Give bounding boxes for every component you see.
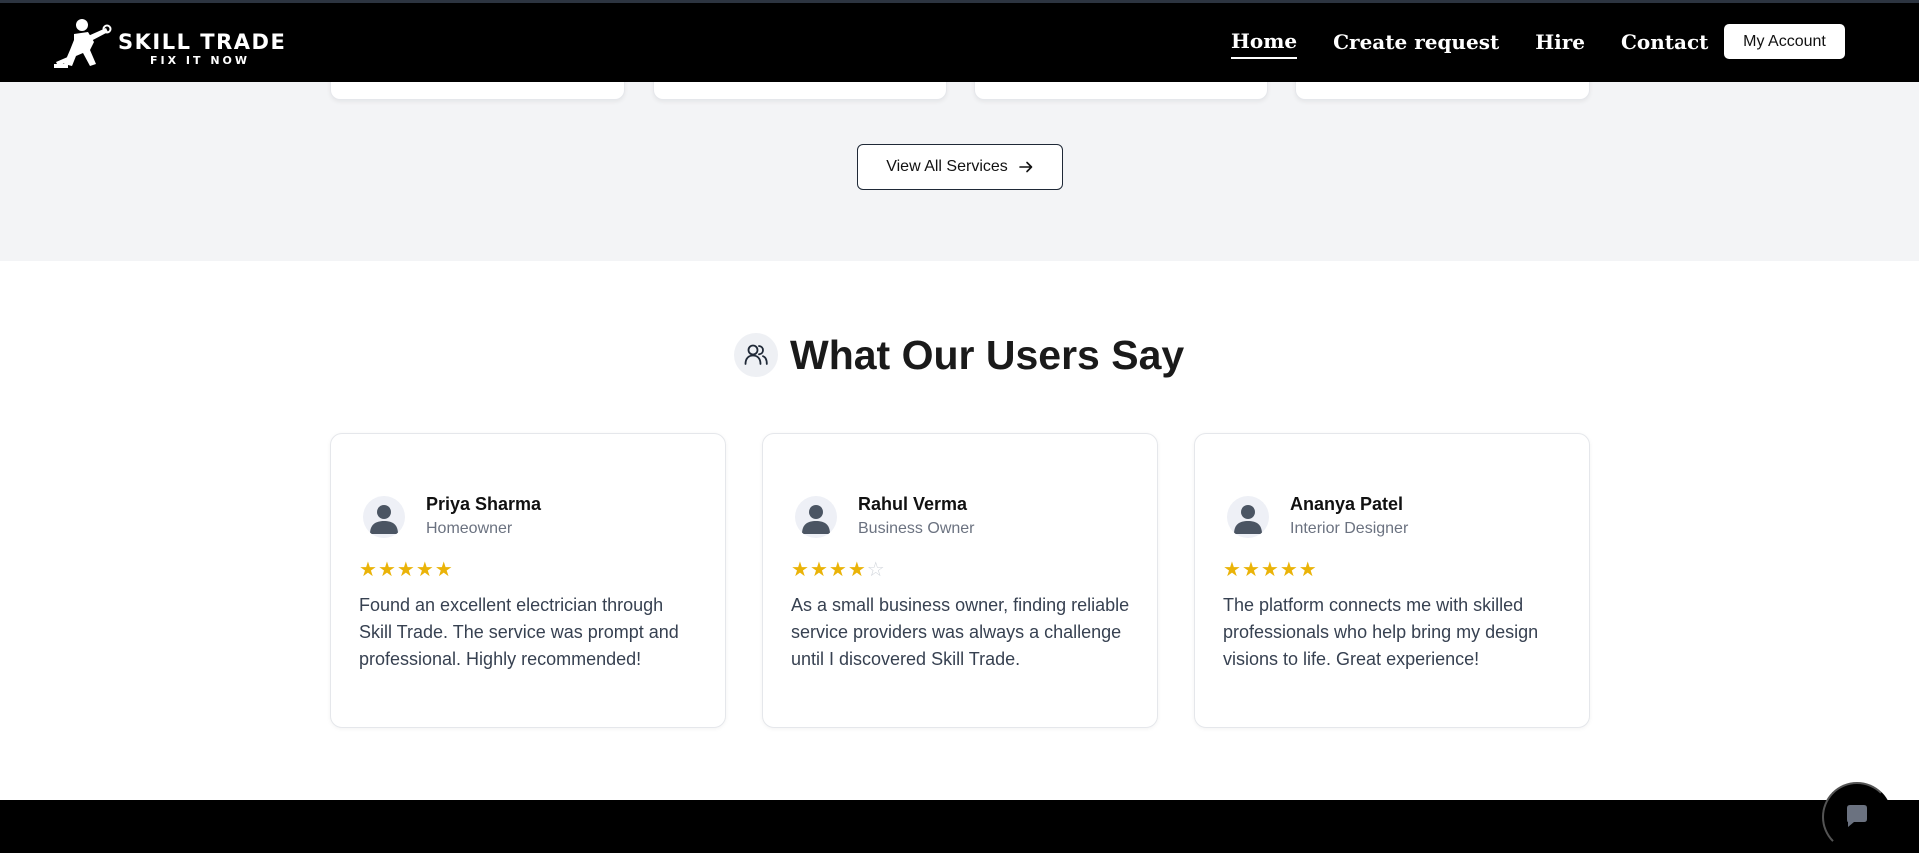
user-icon	[363, 496, 405, 538]
services-section: View All Services	[0, 72, 1919, 261]
reviewer-role: Homeowner	[426, 520, 513, 537]
brand-title: SKILL TRADE	[118, 30, 287, 54]
view-all-label: View All Services	[886, 158, 1008, 175]
review-text: Found an excellent electrician through S…	[359, 595, 679, 669]
star-rating: ★ ★ ★ ★ ★	[359, 560, 453, 580]
user-icon	[1227, 496, 1269, 538]
reviewer-name: Rahul Verma	[858, 494, 968, 514]
star-rating: ★ ★ ★ ★ ☆	[791, 560, 885, 580]
testimonial-card: Rahul Verma Business Owner ★ ★ ★ ★ ☆ As a sm…	[762, 433, 1158, 728]
star-filled-icon: ★	[377, 559, 396, 581]
star-filled-icon: ★	[1279, 559, 1298, 581]
star-filled-icon: ★	[434, 559, 453, 581]
brand-logo[interactable]: SKILL TRADE FIX IT NOW	[50, 16, 290, 72]
navbar: SKILL TRADE FIX IT NOW Home Create reque…	[0, 3, 1919, 82]
reviewer-role: Business Owner	[858, 520, 975, 537]
star-filled-icon: ★	[1298, 559, 1317, 581]
star-filled-icon: ★	[359, 559, 377, 581]
footer	[0, 800, 1919, 853]
reviewer-name: Ananya Patel	[1290, 494, 1404, 514]
testimonials-heading-wrap: What Our Users Say	[734, 330, 1184, 380]
testimonial-card: Ananya Patel Interior Designer ★ ★ ★ ★ ★ The…	[1194, 433, 1590, 728]
nav-link-create-request[interactable]: Create request	[1333, 30, 1499, 58]
reviewer-name: Priya Sharma	[426, 494, 542, 514]
star-filled-icon: ★	[1260, 559, 1279, 581]
star-filled-icon: ★	[415, 559, 434, 581]
users-icon	[734, 333, 778, 377]
testimonials-heading: What Our Users Say	[790, 331, 1185, 378]
star-empty-icon: ☆	[866, 559, 885, 581]
star-filled-icon: ★	[847, 559, 866, 581]
brand-tagline: FIX IT NOW	[150, 54, 251, 67]
star-filled-icon: ★	[828, 559, 847, 581]
nav-link-contact[interactable]: Contact	[1621, 30, 1708, 58]
reviewer-role: Interior Designer	[1290, 520, 1409, 537]
review-text: The platform connects me with skilled pr…	[1223, 595, 1539, 669]
arrow-right-icon	[1018, 161, 1033, 173]
view-all-services-button[interactable]: View All Services	[857, 144, 1063, 190]
star-filled-icon: ★	[1223, 559, 1241, 581]
review-text: As a small business owner, finding relia…	[791, 595, 1130, 669]
star-rating: ★ ★ ★ ★ ★	[1223, 560, 1317, 580]
star-filled-icon: ★	[809, 559, 828, 581]
star-filled-icon: ★	[396, 559, 415, 581]
nav-links: Home Create request Hire Contact	[1231, 29, 1744, 59]
chat-button[interactable]	[1822, 782, 1892, 852]
testimonial-card: Priya Sharma Homeowner ★ ★ ★ ★ ★ Found an ex…	[330, 433, 726, 728]
star-filled-icon: ★	[791, 559, 809, 581]
worker-with-wrench-icon	[54, 19, 112, 68]
star-filled-icon: ★	[1241, 559, 1260, 581]
user-icon	[795, 496, 837, 538]
chat-bubble-icon	[1847, 805, 1867, 827]
my-account-button[interactable]: My Account	[1724, 24, 1845, 59]
nav-link-hire[interactable]: Hire	[1535, 30, 1585, 58]
nav-link-home[interactable]: Home	[1231, 29, 1298, 59]
